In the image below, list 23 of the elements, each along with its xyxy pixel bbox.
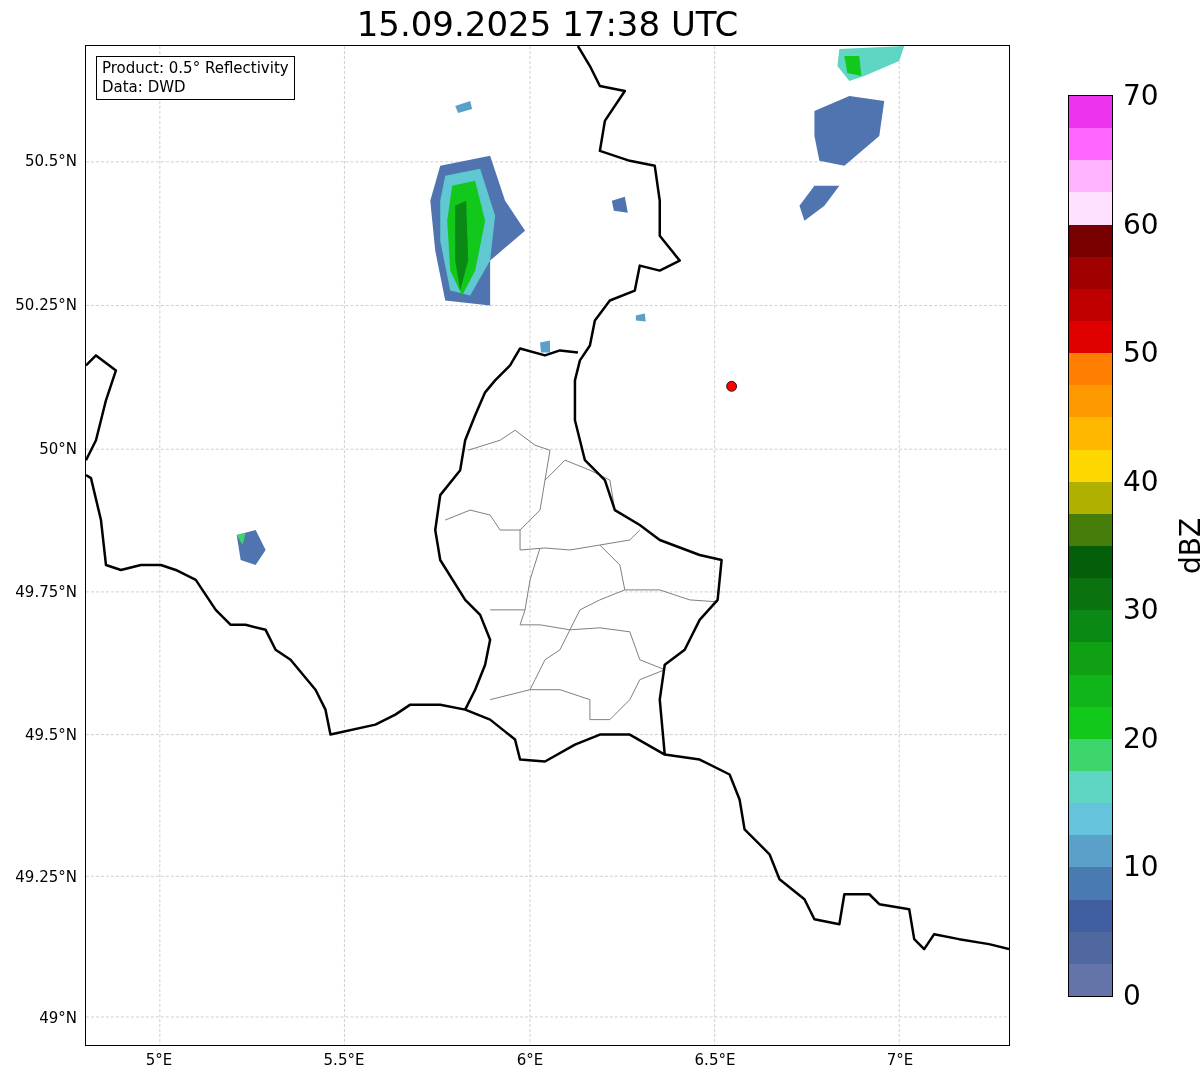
latitude-label: 49.75°N (15, 583, 77, 601)
longitude-label: 5.5°E (323, 1051, 365, 1069)
latitude-label: 50.5°N (24, 152, 77, 170)
latitude-label: 49.5°N (24, 726, 77, 744)
colorbar-tick-label: 30 (1123, 594, 1159, 627)
longitude-label: 6.5°E (694, 1051, 736, 1069)
info-box: Product: 0.5° Reflectivity Data: DWD (96, 56, 295, 100)
colorbar-tick-label: 50 (1123, 337, 1159, 370)
colorbar-tick-label: 20 (1123, 722, 1159, 755)
colorbar-tick-label: 10 (1123, 851, 1159, 884)
latitude-label: 50.25°N (15, 296, 77, 314)
longitude-label: 7°E (886, 1051, 914, 1069)
colorbar-tick-label: 40 (1123, 465, 1159, 498)
latitude-label: 50°N (39, 440, 77, 458)
longitude-label: 5°E (145, 1051, 173, 1069)
colorbar-label: dBZ (1175, 517, 1202, 575)
colorbar-tick-label: 0 (1123, 980, 1141, 1012)
colorbar-tick-label: 60 (1123, 208, 1159, 241)
latitude-label: 49°N (39, 1009, 77, 1027)
colorbar-tick-label: 70 (1123, 80, 1159, 112)
chart-title: 15.09.2025 17:38 UTC (355, 4, 739, 44)
longitude-label: 6°E (516, 1051, 544, 1069)
latitude-label: 49.25°N (15, 868, 77, 886)
